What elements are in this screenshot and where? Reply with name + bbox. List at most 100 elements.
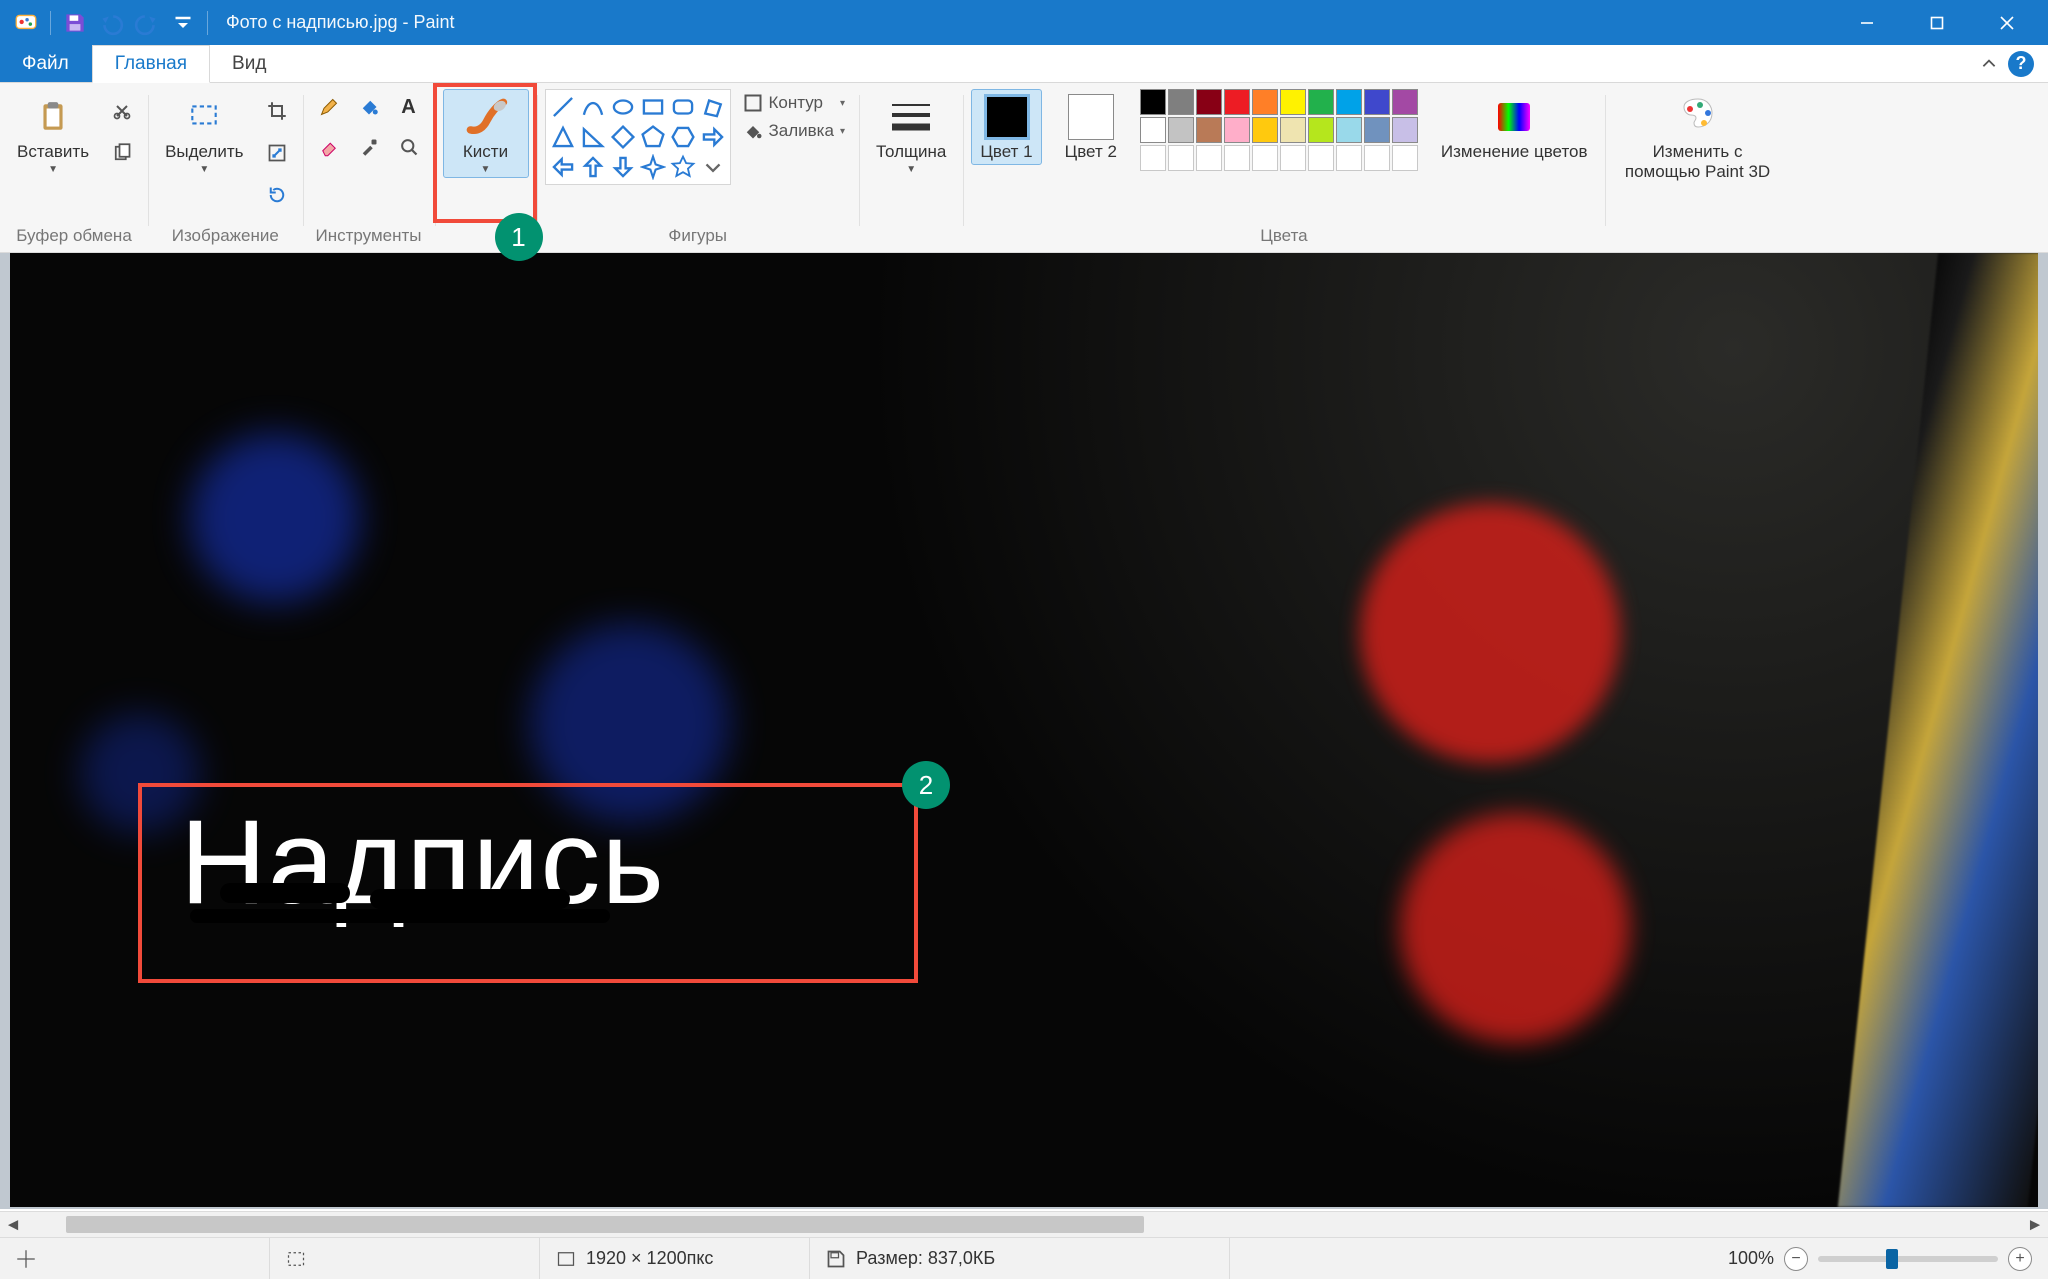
copy-button[interactable] [104,135,140,171]
resize-button[interactable] [259,135,295,171]
tab-file[interactable]: Файл [0,45,92,82]
color-swatch[interactable] [1364,89,1390,115]
paint3d-button[interactable]: Изменить спомощью Paint 3D [1613,89,1783,184]
text-tool[interactable]: A [391,89,427,125]
qat-customize[interactable] [167,7,199,39]
zoom-in-button[interactable]: + [2008,1247,2032,1271]
shape-arrow-left-icon[interactable] [550,154,576,180]
shape-polygon-icon[interactable] [700,94,726,120]
edit-colors-button[interactable]: Изменение цветов [1432,89,1597,165]
color-swatch[interactable] [1336,117,1362,143]
scroll-track[interactable] [26,1212,2022,1237]
shape-star5-icon[interactable] [670,154,696,180]
tab-home[interactable]: Главная [92,45,210,83]
paste-button[interactable]: Вставить ▼ [8,89,98,178]
color-swatch-empty[interactable] [1168,145,1194,171]
shape-star4-icon[interactable] [640,154,666,180]
zoom-out-button[interactable]: − [1784,1247,1808,1271]
color-swatch-empty[interactable] [1280,145,1306,171]
color-swatch[interactable] [1252,89,1278,115]
color-swatch-empty[interactable] [1336,145,1362,171]
color-swatch-empty[interactable] [1392,145,1418,171]
canvas-viewport[interactable]: Надпись 2 [0,253,2048,1209]
color1-button[interactable]: Цвет 1 [971,89,1041,165]
thickness-button[interactable]: Толщина ▼ [867,89,955,178]
color-swatch[interactable] [1364,117,1390,143]
fill-tool[interactable] [351,89,387,125]
status-cursor-pos [0,1238,270,1279]
color-swatch-empty[interactable] [1196,145,1222,171]
canvas-size-icon [556,1249,576,1269]
shape-arrow-down-icon[interactable] [610,154,636,180]
color-swatch[interactable] [1308,117,1334,143]
color-swatch-empty[interactable] [1252,145,1278,171]
color-swatch[interactable] [1224,89,1250,115]
color-swatch[interactable] [1336,89,1362,115]
rotate-button[interactable] [259,177,295,213]
color-swatch[interactable] [1196,117,1222,143]
scroll-left-button[interactable]: ◄ [0,1212,26,1238]
picker-tool[interactable] [351,129,387,165]
scissors-icon [112,101,132,121]
tab-view[interactable]: Вид [210,45,289,82]
horizontal-scrollbar[interactable]: ◄ ► [0,1211,2048,1237]
shape-triangle-icon[interactable] [550,124,576,150]
cut-button[interactable] [104,93,140,129]
color-swatch[interactable] [1168,89,1194,115]
color-swatch[interactable] [1392,117,1418,143]
shape-right-triangle-icon[interactable] [580,124,606,150]
pencil-tool[interactable] [311,89,347,125]
zoom-slider-knob[interactable] [1886,1249,1898,1269]
collapse-ribbon-icon[interactable] [1980,55,1998,73]
color-swatch[interactable] [1140,117,1166,143]
shape-diamond-icon[interactable] [610,124,636,150]
magnify-tool[interactable] [391,129,427,165]
outline-label: Контур [769,93,824,113]
eraser-tool[interactable] [311,129,347,165]
shape-curve-icon[interactable] [580,94,606,120]
select-button[interactable]: Выделить ▼ [156,89,252,178]
color-swatch[interactable] [1168,117,1194,143]
color-swatch-empty[interactable] [1140,145,1166,171]
color-swatch[interactable] [1392,89,1418,115]
color-swatch[interactable] [1280,89,1306,115]
help-button[interactable]: ? [2008,51,2034,77]
save-button[interactable] [59,7,91,39]
color-swatch[interactable] [1280,117,1306,143]
chevron-down-icon: ▾ [840,126,845,137]
zoom-slider[interactable] [1818,1256,1998,1262]
brushes-button[interactable]: Кисти ▼ [443,89,529,178]
undo-button[interactable] [95,7,127,39]
shape-roundrect-icon[interactable] [670,94,696,120]
canvas[interactable]: Надпись 2 [10,253,2038,1207]
color1-swatch [984,94,1030,140]
shape-line-icon[interactable] [550,94,576,120]
shape-arrow-up-icon[interactable] [580,154,606,180]
color2-button[interactable]: Цвет 2 [1056,89,1126,165]
color-swatch[interactable] [1196,89,1222,115]
shape-outline-button[interactable]: Контур ▾ [737,91,851,115]
scroll-right-button[interactable]: ► [2022,1212,2048,1238]
shape-pentagon-icon[interactable] [640,124,666,150]
redo-button[interactable] [131,7,163,39]
shape-oval-icon[interactable] [610,94,636,120]
color-swatch[interactable] [1140,89,1166,115]
crop-button[interactable] [259,93,295,129]
maximize-button[interactable] [1902,0,1972,45]
color-swatch[interactable] [1308,89,1334,115]
color-swatch-empty[interactable] [1224,145,1250,171]
scroll-thumb[interactable] [66,1216,1144,1233]
shapes-gallery[interactable] [545,89,731,185]
color-swatch-empty[interactable] [1364,145,1390,171]
color-swatch[interactable] [1252,117,1278,143]
shape-more-icon[interactable] [700,154,726,180]
shape-rect-icon[interactable] [640,94,666,120]
shape-hexagon-icon[interactable] [670,124,696,150]
shape-fill-button[interactable]: Заливка ▾ [737,119,851,143]
shape-arrow-right-icon[interactable] [700,124,726,150]
minimize-button[interactable] [1832,0,1902,45]
color-swatch-empty[interactable] [1308,145,1334,171]
color-palette[interactable] [1140,89,1418,171]
close-button[interactable] [1972,0,2042,45]
color-swatch[interactable] [1224,117,1250,143]
